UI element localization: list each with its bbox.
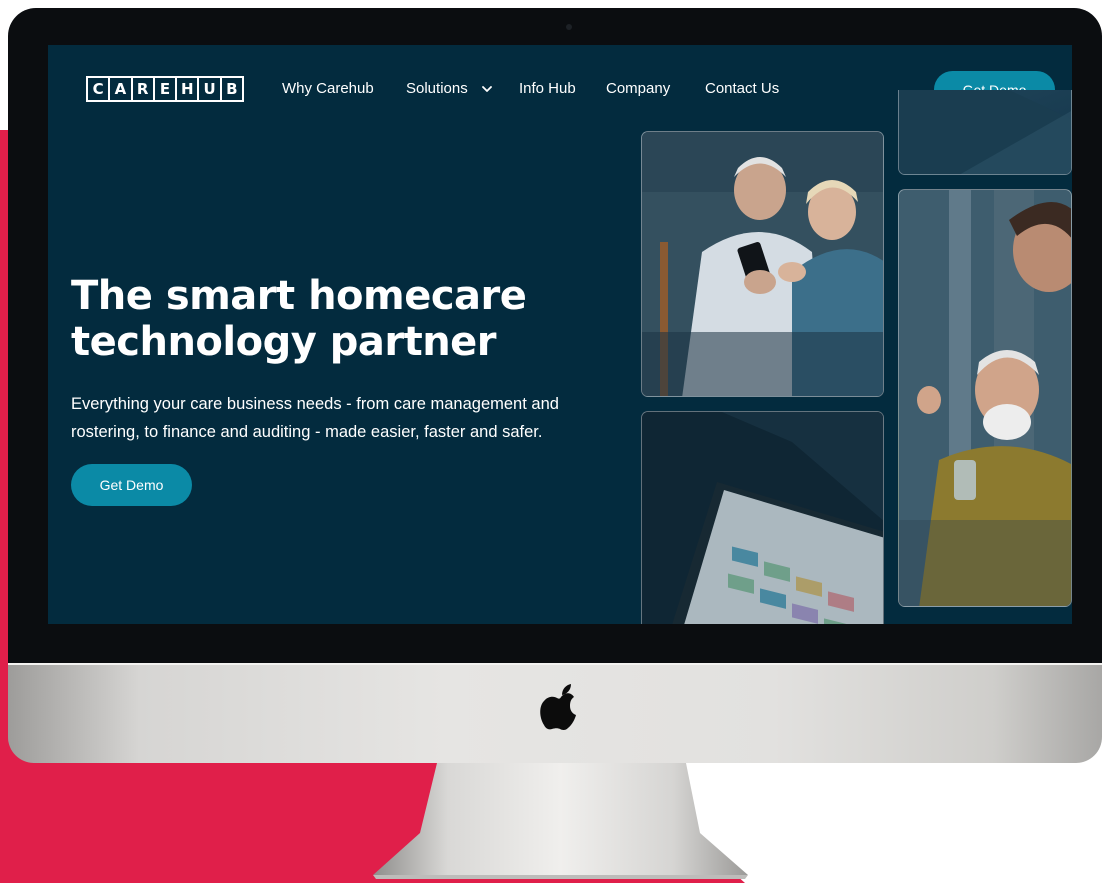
logo-letter: U — [197, 78, 219, 100]
logo-letter: A — [108, 78, 130, 100]
monitor-stand — [373, 763, 748, 879]
hero-get-demo-button[interactable]: Get Demo — [71, 464, 192, 506]
nav-company[interactable]: Company — [606, 80, 670, 97]
nav-why-carehub[interactable]: Why Carehub — [282, 80, 374, 97]
logo-letter: E — [152, 78, 175, 100]
website-screen: C A R E H U B Why Carehub Solutions Info… — [48, 45, 1072, 624]
nav-contact-us[interactable]: Contact Us — [705, 80, 779, 97]
camera-dot — [566, 24, 572, 30]
photo-elderly-man-smiling — [898, 189, 1072, 607]
hero-title: The smart homecare technology partner — [71, 273, 527, 365]
hero-subtitle: Everything your care business needs - fr… — [71, 395, 559, 441]
photo-laptop-dashboard — [641, 411, 884, 624]
logo-letter: B — [219, 78, 242, 100]
nav-info-hub[interactable]: Info Hub — [519, 80, 576, 97]
apple-logo-icon — [540, 684, 576, 730]
logo-letter: H — [175, 78, 197, 100]
photo-tile-top-right — [898, 90, 1072, 175]
photo-elderly-couple-with-phone — [641, 131, 884, 397]
logo-letter: R — [130, 78, 153, 100]
chevron-down-icon — [481, 85, 492, 92]
logo-letter: C — [92, 80, 104, 98]
nav-solutions-label: Solutions — [406, 80, 468, 97]
carehub-logo[interactable]: C A R E H U B — [86, 76, 244, 102]
nav-solutions[interactable]: Solutions — [406, 80, 492, 97]
